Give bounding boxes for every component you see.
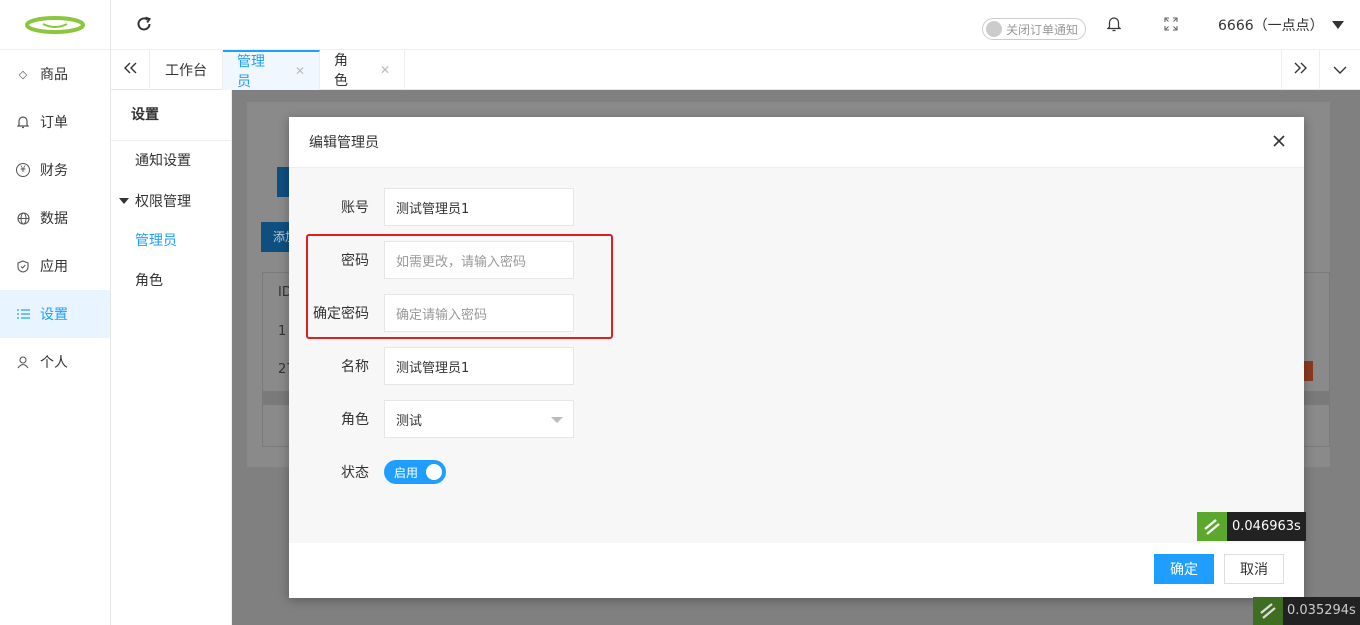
sidebar-item-label: 订单 <box>40 115 68 131</box>
globe-icon <box>16 211 30 225</box>
sidebar-item-settings[interactable]: 设置 <box>0 290 110 338</box>
tab-role[interactable]: 角色 ✕ <box>320 50 405 90</box>
modal-header: 编辑管理员 <box>289 117 1304 168</box>
toggle-knob <box>986 21 1002 37</box>
sidebar-item-label: 财务 <box>40 163 68 179</box>
form-row-status: 状态 启用 <box>289 453 446 491</box>
tab-workbench[interactable]: 工作台 <box>151 50 223 90</box>
shield-icon <box>16 259 30 273</box>
tab-label: 角色 <box>334 53 348 89</box>
role-selected-value: 测试 <box>396 413 423 429</box>
tabs-dropdown[interactable] <box>1320 50 1360 90</box>
name-input[interactable]: 测试管理员1 <box>384 347 574 385</box>
modal-timer-text: 0.046963s <box>1227 512 1306 541</box>
confirm-button[interactable]: 确定 <box>1154 554 1214 584</box>
logo[interactable] <box>0 0 110 50</box>
sidebar-item-label: 数据 <box>40 211 68 227</box>
bell-icon <box>16 115 30 129</box>
refresh-icon[interactable] <box>135 15 153 33</box>
modal-footer: 确定 取消 <box>289 543 1304 598</box>
modal-title: 编辑管理员 <box>309 135 379 151</box>
user-name: 6666（一点点） <box>1218 18 1324 34</box>
role-label: 角色 <box>341 412 369 428</box>
caret-down-icon <box>119 198 129 204</box>
notification-bell-icon[interactable] <box>1106 16 1123 32</box>
sidebar-item-apps[interactable]: 应用 <box>0 242 110 290</box>
caret-down-icon <box>1331 21 1344 29</box>
form-row-role: 角色 测试 <box>289 400 574 438</box>
sidebar-item-label: 设置 <box>40 307 68 323</box>
password-highlight-box <box>306 234 613 339</box>
chevron-down-icon <box>1333 62 1347 78</box>
submenu-item-role[interactable]: 角色 <box>111 261 231 301</box>
sidebar-item-label: 个人 <box>40 355 68 371</box>
caret-down-icon <box>551 417 563 423</box>
double-chevron-left-icon <box>123 62 137 78</box>
tabs-scroll-left[interactable] <box>111 50 150 90</box>
switch-knob <box>426 464 442 480</box>
page-timer-text: 0.035294s <box>1283 597 1360 625</box>
tab-label: 管理员 <box>237 54 265 90</box>
tabs-scroll-right[interactable] <box>1281 50 1320 90</box>
tab-admin[interactable]: 管理员 ✕ <box>223 50 320 90</box>
tab-label: 工作台 <box>165 63 207 79</box>
list-icon <box>16 307 30 321</box>
modal-timer-badge: 0.046963s <box>1197 512 1306 541</box>
submenu-group-permissions[interactable]: 权限管理 <box>111 181 231 221</box>
top-header: 关闭订单通知 6666（一点点） <box>111 0 1360 50</box>
account-input[interactable]: 测试管理员1 <box>384 188 574 226</box>
form-row-account: 账号 测试管理员1 <box>289 188 574 226</box>
sidebar-item-orders[interactable]: 订单 <box>0 98 110 146</box>
cancel-button[interactable]: 取消 <box>1224 554 1284 584</box>
yen-icon: ¥ <box>16 163 30 177</box>
tabs-bar: 工作台 管理员 ✕ 角色 ✕ <box>111 50 1360 90</box>
sidebar-item-personal[interactable]: 个人 <box>0 338 110 386</box>
sidebar-item-label: 商品 <box>40 67 68 83</box>
status-label: 状态 <box>341 465 369 481</box>
role-select[interactable]: 测试 <box>384 400 574 438</box>
page-timer-badge: 0.035294s <box>1253 597 1360 625</box>
timer-logo-icon <box>1253 597 1283 625</box>
logo-icon <box>25 15 85 34</box>
settings-submenu: 设置 通知设置 权限管理 管理员 角色 <box>111 90 232 625</box>
sidebar-item-label: 应用 <box>40 259 68 275</box>
form-row-name: 名称 测试管理员1 <box>289 347 574 385</box>
sidebar-item-finance[interactable]: ¥ 财务 <box>0 146 110 194</box>
sidebar-item-goods[interactable]: ◇ 商品 <box>0 50 110 98</box>
user-icon <box>16 355 30 369</box>
name-label: 名称 <box>341 359 369 375</box>
order-notify-label: 关闭订单通知 <box>1006 22 1079 37</box>
sidebar: ◇ 商品 订单 ¥ 财务 数据 应用 设置 个人 <box>0 0 111 625</box>
sidebar-item-data[interactable]: 数据 <box>0 194 110 242</box>
status-switch-label: 启用 <box>394 465 419 480</box>
timer-logo-icon <box>1197 512 1227 541</box>
status-switch[interactable]: 启用 <box>384 460 446 484</box>
account-label: 账号 <box>341 200 369 216</box>
background-row-action <box>1303 361 1313 381</box>
submenu-item-notify[interactable]: 通知设置 <box>111 141 231 181</box>
order-notify-toggle[interactable]: 关闭订单通知 <box>982 18 1086 40</box>
fullscreen-icon[interactable] <box>1164 17 1178 31</box>
close-icon[interactable] <box>1272 134 1286 148</box>
close-icon[interactable]: ✕ <box>295 64 305 78</box>
submenu-title: 设置 <box>111 90 231 141</box>
background-row-id: 1 <box>278 324 287 339</box>
edit-admin-modal: 编辑管理员 账号 测试管理员1 密码 如需更改，请输入密码 确定密码 确定请输入… <box>289 117 1306 598</box>
user-menu[interactable]: 6666（一点点） <box>1218 15 1344 35</box>
close-icon[interactable]: ✕ <box>380 63 390 77</box>
submenu-group-label: 权限管理 <box>135 194 191 210</box>
diamond-icon: ◇ <box>18 67 28 81</box>
submenu-item-admin[interactable]: 管理员 <box>111 221 231 261</box>
double-chevron-right-icon <box>1294 62 1308 78</box>
